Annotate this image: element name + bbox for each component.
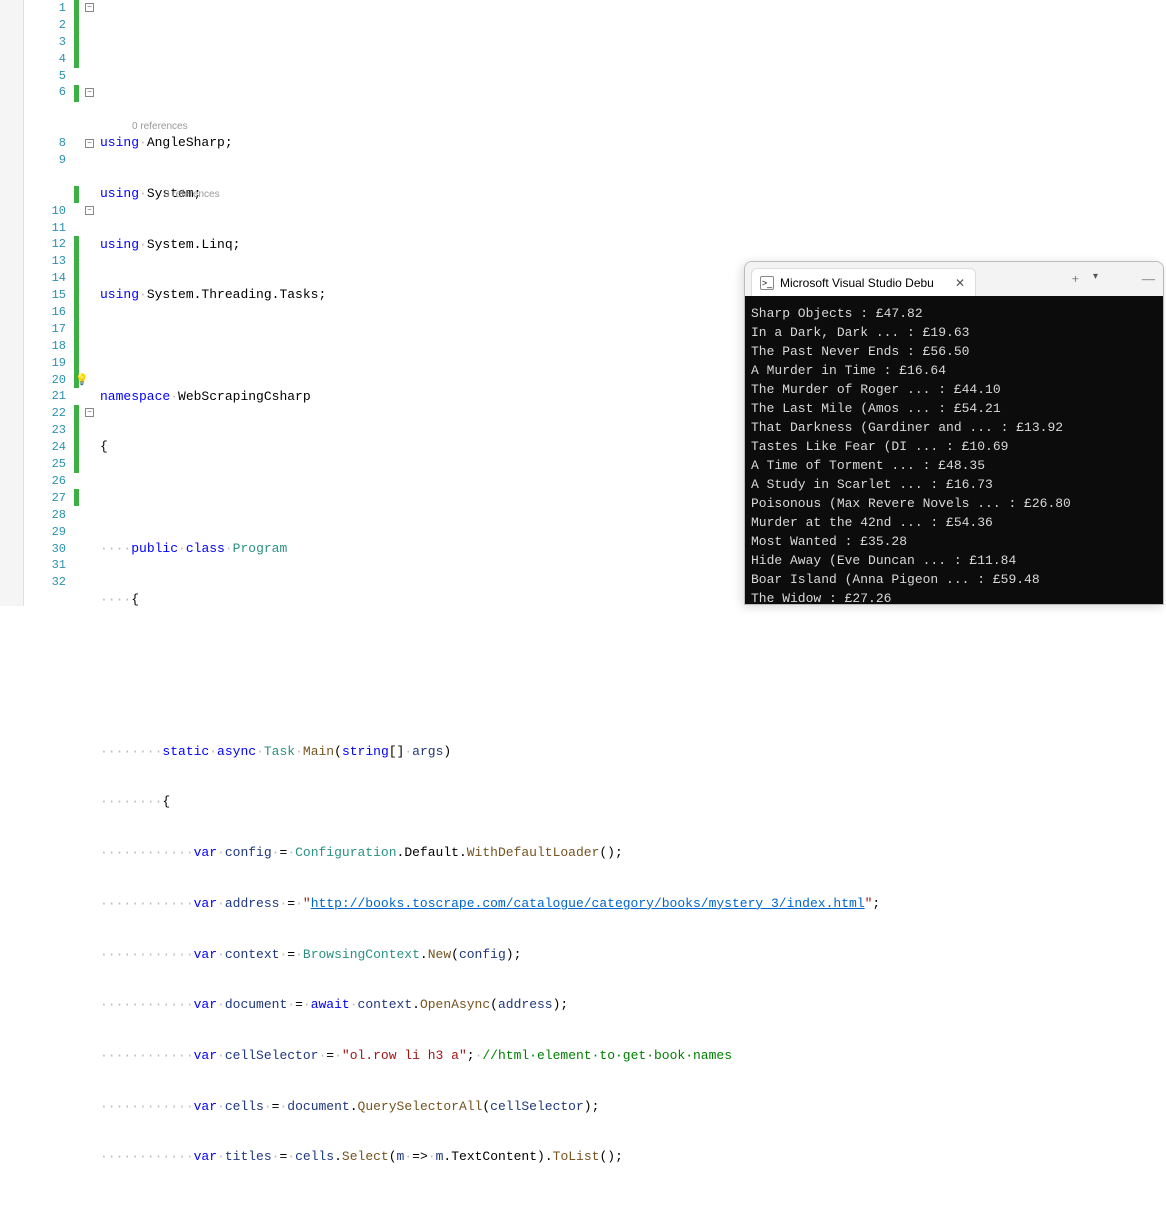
terminal-icon: >_ xyxy=(760,276,774,290)
code-line: ············var·config·=·Configuration.D… xyxy=(100,845,1166,862)
fold-toggle-icon[interactable]: − xyxy=(85,88,94,97)
code-line: ············var·context·=·BrowsingContex… xyxy=(100,947,1166,964)
code-line: using·System; xyxy=(100,186,1166,203)
code-line: using·AngleSharp; xyxy=(100,135,1166,152)
code-line xyxy=(100,642,1166,659)
codelens-references[interactable]: 0 references xyxy=(132,119,188,136)
fold-toggle-icon[interactable]: − xyxy=(85,3,94,12)
code-line xyxy=(100,693,1166,710)
codelens-references[interactable]: 0 references xyxy=(164,187,220,204)
debug-console-window[interactable]: >_ Microsoft Visual Studio Debu ✕ + ▾ — … xyxy=(744,261,1164,605)
code-line: using·System.Linq; xyxy=(100,237,1166,254)
console-tab-title: Microsoft Visual Studio Debu xyxy=(780,276,947,290)
close-icon[interactable]: ✕ xyxy=(953,276,967,290)
code-line: ········{ xyxy=(100,794,1166,811)
lightbulb-icon[interactable]: 💡 xyxy=(75,373,89,390)
editor-left-margin xyxy=(0,0,24,606)
code-line: ············var·cells·=·document.QuerySe… xyxy=(100,1099,1166,1116)
fold-column[interactable]: − − − − − xyxy=(82,0,100,606)
fold-toggle-icon[interactable]: − xyxy=(85,408,94,417)
console-titlebar[interactable]: >_ Microsoft Visual Studio Debu ✕ + ▾ — xyxy=(745,262,1163,296)
console-tab[interactable]: >_ Microsoft Visual Studio Debu ✕ xyxy=(751,268,976,296)
code-line xyxy=(100,1200,1166,1212)
fold-toggle-icon[interactable]: − xyxy=(85,139,94,148)
code-line: ············var·titles·=·cells.Select(m·… xyxy=(100,1149,1166,1166)
code-line: ············var·cellSelector·=·"ol.row l… xyxy=(100,1048,1166,1065)
minimize-button[interactable]: — xyxy=(1142,271,1155,287)
code-line: ········static·async·Task·Main(string[]·… xyxy=(100,744,1166,761)
code-line: ············var·address·=·"http://books.… xyxy=(100,896,1166,913)
line-number-gutter: 1 2 3 4 5 6 8 9 10 11 12 13 14 15 16 17 … xyxy=(24,0,74,606)
new-tab-button[interactable]: + xyxy=(1072,271,1079,287)
console-output[interactable]: Sharp Objects : £47.82 In a Dark, Dark .… xyxy=(745,296,1163,604)
change-marker-column xyxy=(74,0,82,606)
code-line: ············var·document·=·await·context… xyxy=(100,997,1166,1014)
fold-toggle-icon[interactable]: − xyxy=(85,206,94,215)
titlebar-actions: + ▾ — xyxy=(1072,271,1163,287)
chevron-down-icon[interactable]: ▾ xyxy=(1093,271,1098,287)
